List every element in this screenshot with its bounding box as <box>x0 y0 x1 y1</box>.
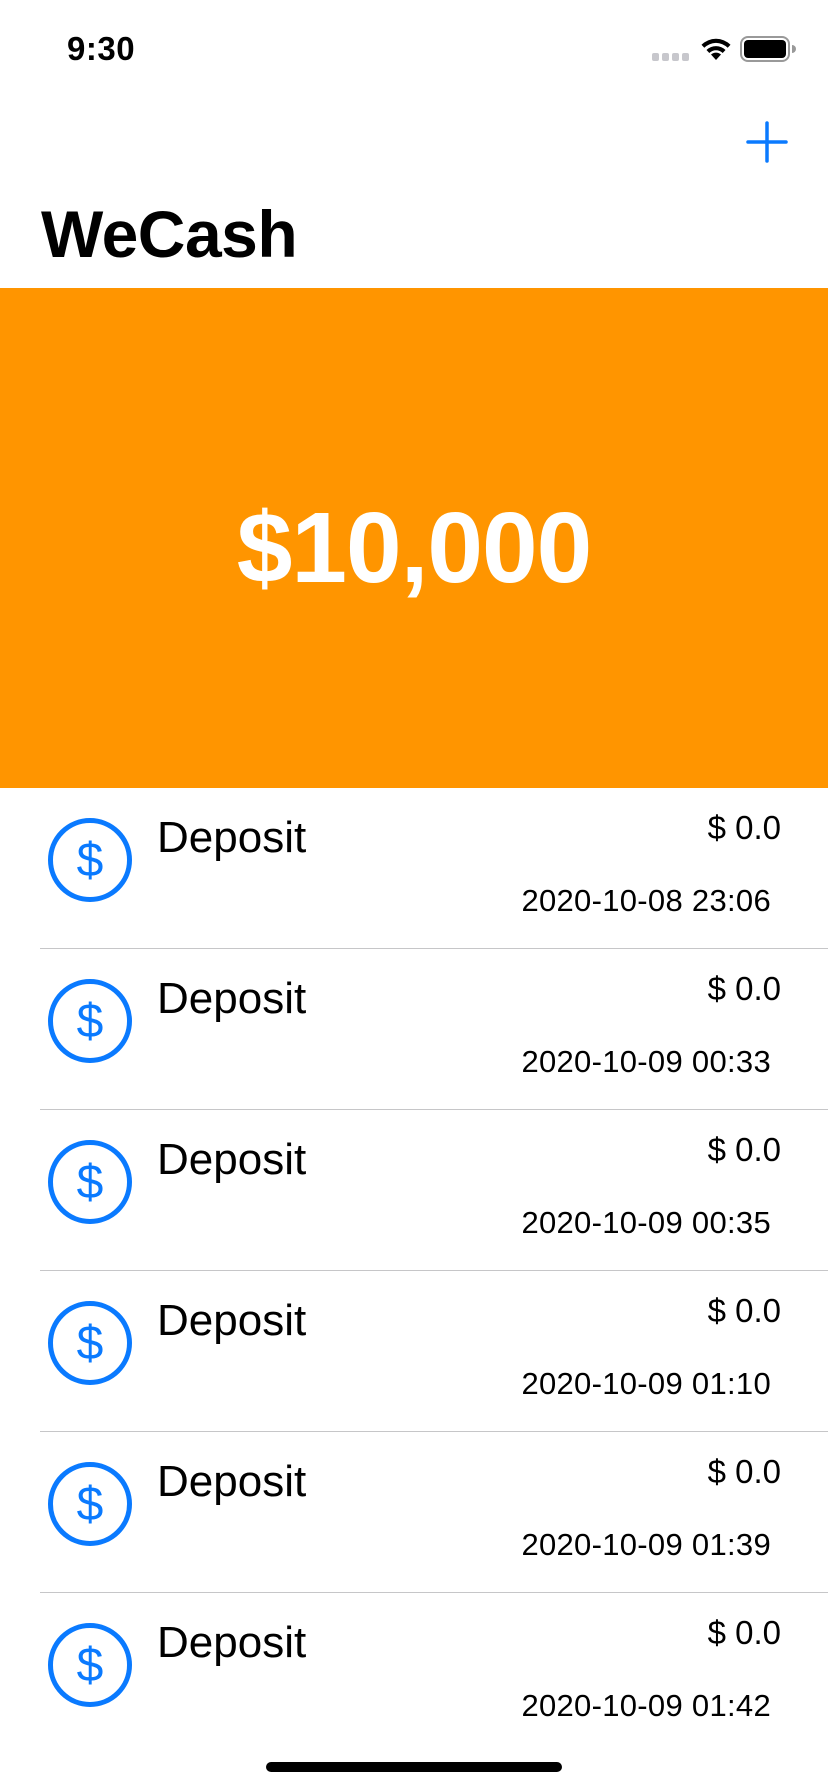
transaction-date: 2020-10-09 01:42 <box>521 1688 771 1723</box>
transaction-amount: $ 0.0 <box>707 1453 781 1490</box>
transaction-title: Deposit <box>157 974 307 1023</box>
dollar-circle-icon: $ <box>48 1462 132 1546</box>
battery-icon <box>740 36 796 62</box>
dollar-circle-icon: $ <box>48 1301 132 1385</box>
transaction-title: Deposit <box>157 1135 307 1184</box>
status-time: 9:30 <box>67 30 136 67</box>
transaction-row[interactable]: $ Deposit $ 0.0 2020-10-08 23:06 <box>0 788 828 949</box>
transaction-row[interactable]: $ Deposit $ 0.0 2020-10-09 01:10 <box>0 1271 828 1432</box>
transaction-amount: $ 0.0 <box>707 1614 781 1651</box>
add-transaction-button[interactable] <box>742 117 792 167</box>
home-indicator[interactable] <box>266 1762 562 1772</box>
transaction-amount: $ 0.0 <box>707 809 781 846</box>
cellular-signal-icon <box>652 53 689 61</box>
transaction-row[interactable]: $ Deposit $ 0.0 2020-10-09 00:35 <box>0 1110 828 1271</box>
transaction-list: $ Deposit $ 0.0 2020-10-08 23:06 $ Depos… <box>0 788 828 1754</box>
transaction-date: 2020-10-08 23:06 <box>521 883 771 918</box>
transaction-row[interactable]: $ Deposit $ 0.0 2020-10-09 00:33 <box>0 949 828 1110</box>
dollar-circle-icon: $ <box>48 818 132 902</box>
transaction-amount: $ 0.0 <box>707 1131 781 1168</box>
transaction-date: 2020-10-09 00:33 <box>521 1044 771 1079</box>
svg-text:$: $ <box>77 1478 104 1531</box>
svg-text:$: $ <box>77 1317 104 1370</box>
transaction-row[interactable]: $ Deposit $ 0.0 2020-10-09 01:39 <box>0 1432 828 1593</box>
balance-card: $10,000 <box>0 288 828 788</box>
transaction-title: Deposit <box>157 813 307 862</box>
transaction-row[interactable]: $ Deposit $ 0.0 2020-10-09 01:42 <box>0 1593 828 1754</box>
balance-amount: $10,000 <box>236 491 592 604</box>
transaction-date: 2020-10-09 01:39 <box>521 1527 771 1562</box>
svg-text:$: $ <box>77 995 104 1048</box>
dollar-circle-icon: $ <box>48 979 132 1063</box>
transaction-date: 2020-10-09 00:35 <box>521 1205 771 1240</box>
wifi-icon <box>701 38 731 60</box>
transaction-title: Deposit <box>157 1457 307 1506</box>
svg-text:$: $ <box>77 834 104 887</box>
app-screen: 9:30 WeCash $10,000 $ Deposit $ 0.0 2020… <box>0 0 828 1792</box>
svg-text:$: $ <box>77 1156 104 1209</box>
transaction-date: 2020-10-09 01:10 <box>521 1366 771 1401</box>
transaction-amount: $ 0.0 <box>707 970 781 1007</box>
plus-icon <box>746 121 788 163</box>
page-title: WeCash <box>41 197 298 271</box>
dollar-circle-icon: $ <box>48 1623 132 1707</box>
transaction-amount: $ 0.0 <box>707 1292 781 1329</box>
transaction-title: Deposit <box>157 1296 307 1345</box>
dollar-circle-icon: $ <box>48 1140 132 1224</box>
transaction-title: Deposit <box>157 1618 307 1667</box>
svg-text:$: $ <box>77 1639 104 1692</box>
status-bar: 9:30 <box>0 0 828 100</box>
